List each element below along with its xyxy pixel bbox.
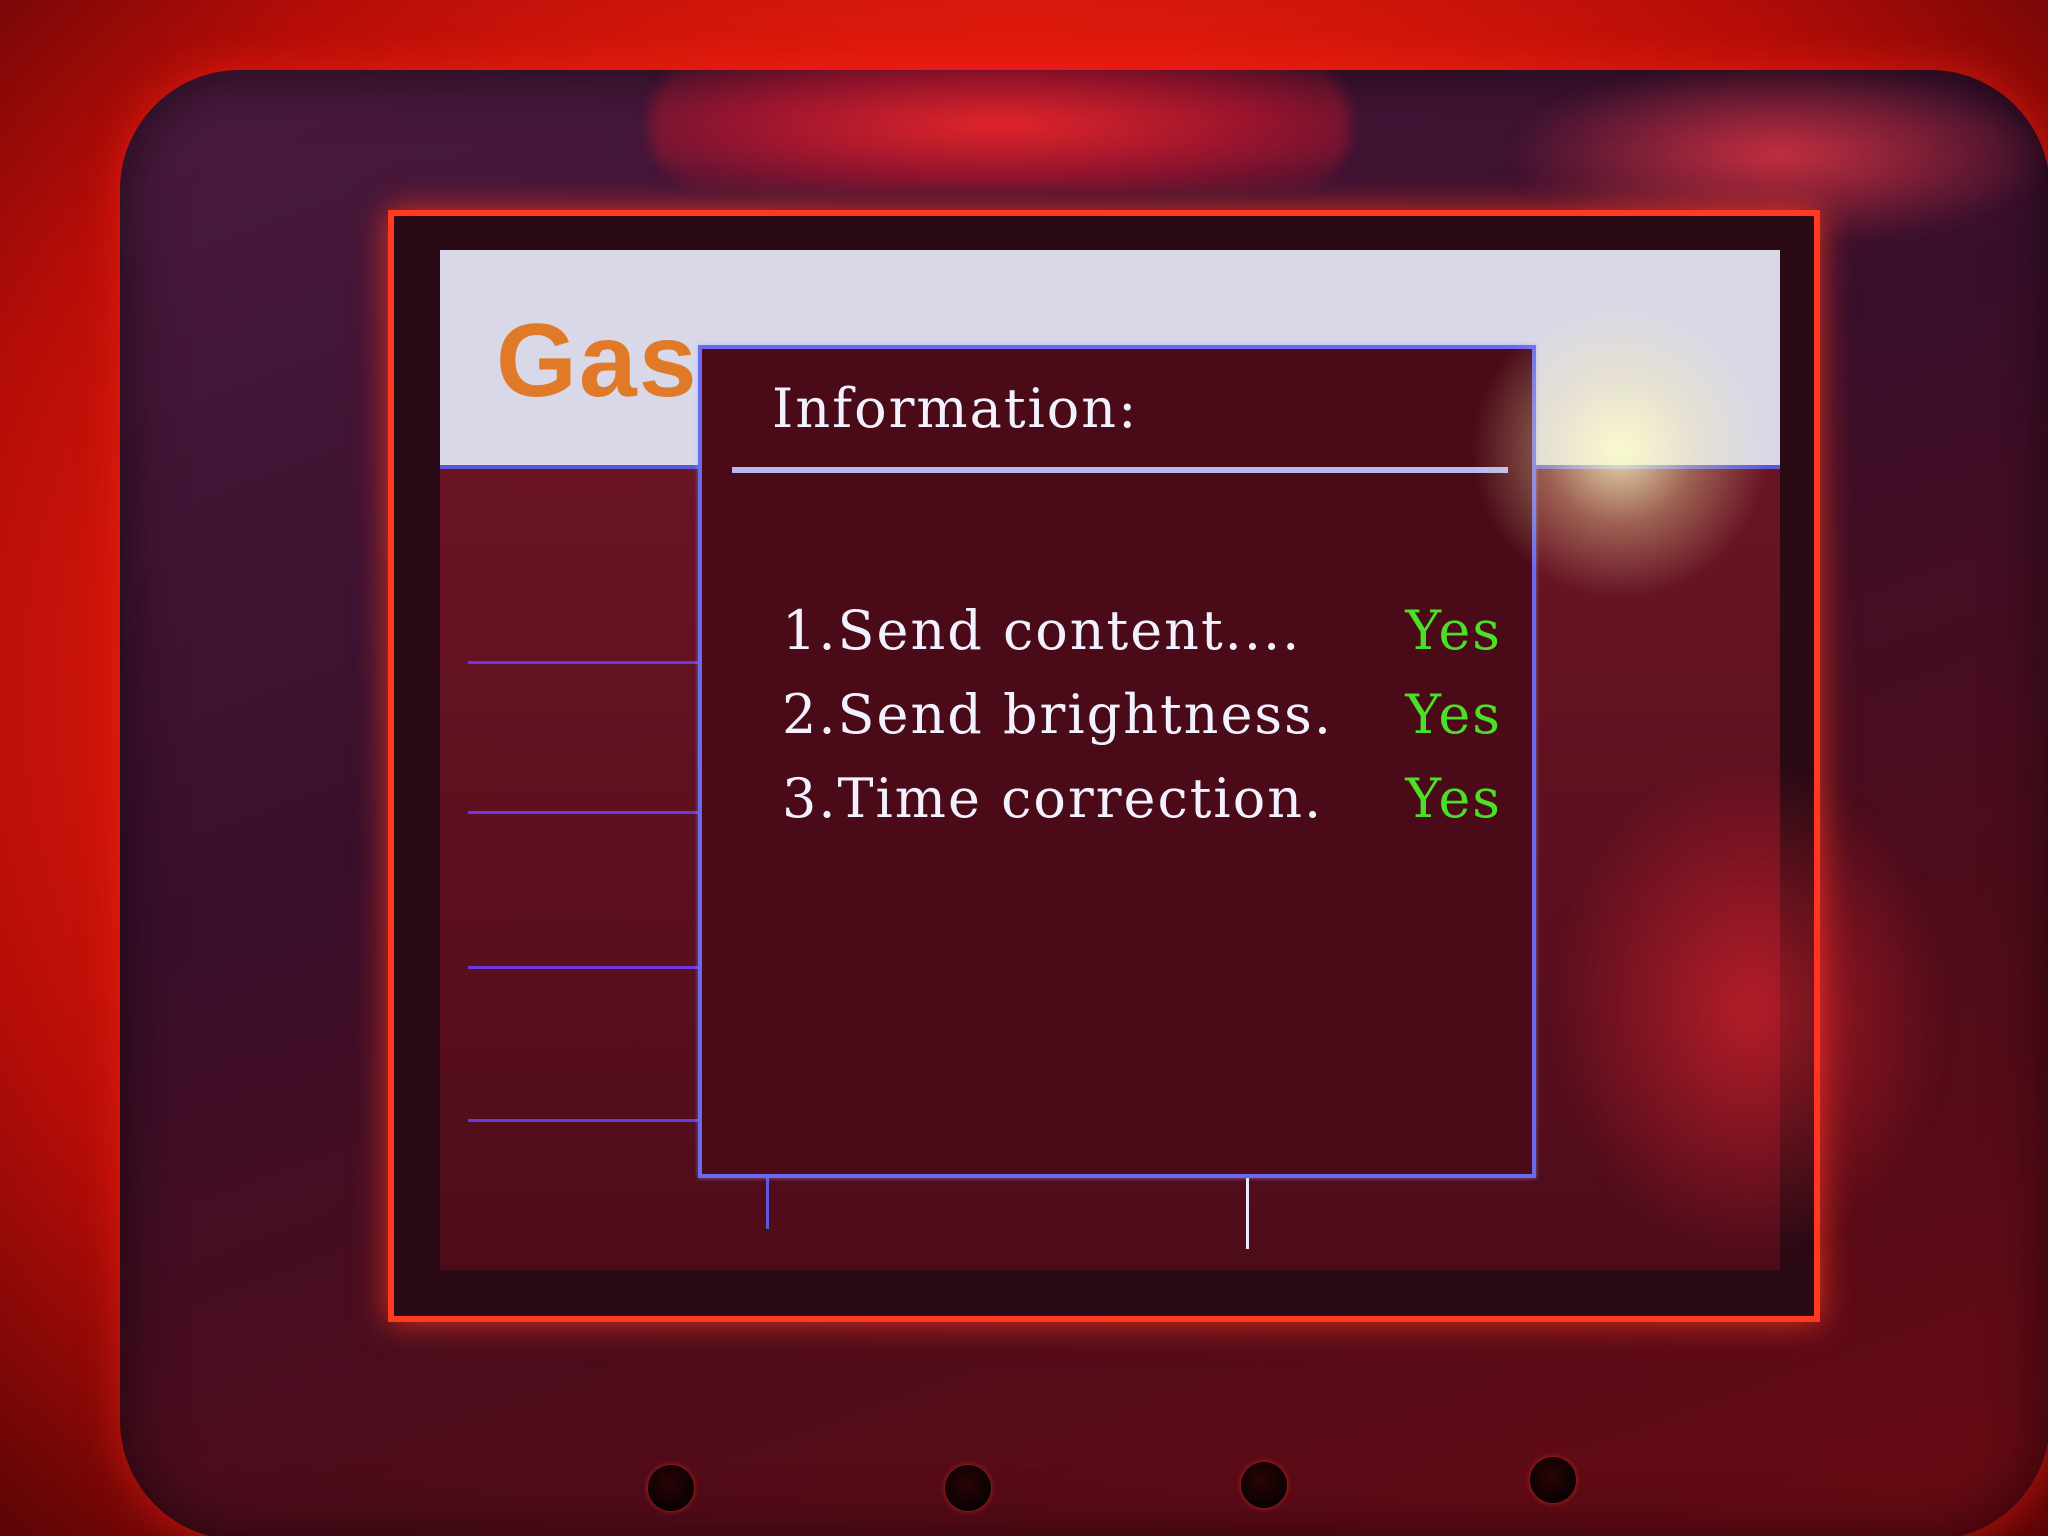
dialog-divider bbox=[732, 467, 1508, 473]
info-item-status: Yes bbox=[1405, 683, 1502, 746]
info-item-label: 3.Time correction. bbox=[782, 767, 1324, 830]
photo-scene: Gas Information: 1.Send content.... Yes … bbox=[0, 0, 2048, 1536]
dialog-title: Information: bbox=[772, 377, 1139, 440]
column-divider bbox=[1246, 1169, 1249, 1249]
information-dialog: Information: 1.Send content.... Yes 2.Se… bbox=[698, 345, 1536, 1178]
device-button[interactable] bbox=[1530, 1457, 1576, 1503]
device-button[interactable] bbox=[945, 1465, 991, 1511]
info-item-time-correction: 3.Time correction. Yes bbox=[782, 767, 1502, 851]
list-divider bbox=[468, 1119, 698, 1122]
info-list: 1.Send content.... Yes 2.Send brightness… bbox=[782, 599, 1502, 851]
device-button[interactable] bbox=[1241, 1462, 1287, 1508]
list-divider bbox=[468, 811, 698, 814]
info-item-status: Yes bbox=[1405, 767, 1502, 830]
info-item-send-content: 1.Send content.... Yes bbox=[782, 599, 1502, 683]
column-divider bbox=[766, 1169, 769, 1229]
app-logo: Gas bbox=[496, 303, 699, 419]
list-divider bbox=[468, 661, 698, 664]
info-item-label: 1.Send content.... bbox=[782, 599, 1302, 662]
list-divider bbox=[468, 966, 698, 969]
info-item-label: 2.Send brightness. bbox=[782, 683, 1334, 746]
info-item-status: Yes bbox=[1405, 599, 1502, 662]
bezel-reflection bbox=[650, 60, 1350, 190]
info-item-send-brightness: 2.Send brightness. Yes bbox=[782, 683, 1502, 767]
lcd-screen: Gas Information: 1.Send content.... Yes … bbox=[440, 250, 1780, 1270]
device-button[interactable] bbox=[648, 1465, 694, 1511]
